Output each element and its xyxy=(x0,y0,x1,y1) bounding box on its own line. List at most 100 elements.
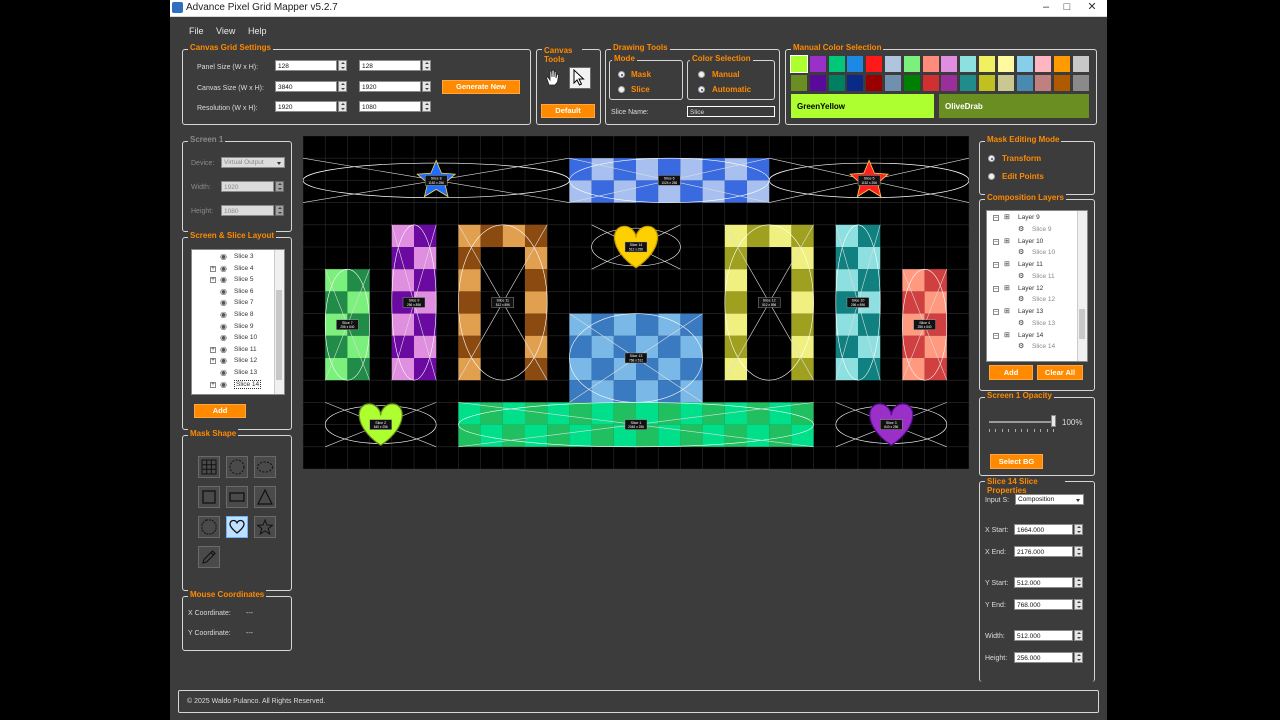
slice-tree-item[interactable]: + ◉ Slice 4 xyxy=(192,264,274,275)
collapse-icon[interactable]: – xyxy=(993,309,999,315)
add-layer-button[interactable]: Add xyxy=(989,365,1033,380)
screen-height-spinner[interactable] xyxy=(275,205,284,216)
canvas-width-field[interactable]: 3840 xyxy=(275,81,337,92)
collapse-icon[interactable]: – xyxy=(993,262,999,268)
selected-color-1[interactable]: GreenYellow xyxy=(791,94,934,118)
layer-slice-item[interactable]: ⚙ Slice 9 xyxy=(987,225,1077,236)
heart-shape-button[interactable] xyxy=(226,516,248,538)
layer-tree-item[interactable]: – ⊞ Layer 9 xyxy=(987,213,1077,224)
layer-tree-item[interactable]: – ⊞ Layer 11 xyxy=(987,260,1077,271)
layer-tree-item[interactable]: – ⊞ Layer 13 xyxy=(987,307,1077,318)
color-swatch[interactable] xyxy=(809,75,826,91)
opacity-slider-track[interactable] xyxy=(989,421,1053,423)
slice-tree-item[interactable]: + ◉ Slice 5 xyxy=(192,275,274,286)
slice-tree-item[interactable]: ◉ Slice 8 xyxy=(192,310,274,321)
pixel-canvas[interactable]: Slice 8 1152 x 256 Slice 6 1024 x 256 Slice … xyxy=(302,135,970,470)
slice-radio[interactable] xyxy=(618,86,625,93)
color-swatch[interactable] xyxy=(903,75,920,91)
y-end-field[interactable]: 768.000 xyxy=(1014,599,1073,610)
expand-icon[interactable]: + xyxy=(210,381,216,388)
color-swatch[interactable] xyxy=(941,56,958,72)
slice-tree-item[interactable]: ◉ Slice 7 xyxy=(192,298,274,309)
input-source-select[interactable]: Composition xyxy=(1015,494,1084,505)
close-button[interactable]: ✕ xyxy=(1078,0,1106,15)
square-shape-button[interactable] xyxy=(198,486,220,508)
color-swatch[interactable] xyxy=(979,75,995,91)
width-prop-field[interactable]: 512.000 xyxy=(1014,630,1073,641)
ellipse-shape-button[interactable] xyxy=(254,456,276,478)
color-swatch[interactable] xyxy=(997,75,1014,91)
menu-file[interactable]: File xyxy=(189,26,204,36)
layer-slice-item[interactable]: ⚙ Slice 12 xyxy=(987,295,1077,306)
resolution-width-spinner[interactable] xyxy=(338,101,347,112)
color-swatch[interactable] xyxy=(828,75,845,91)
screen-width-field[interactable]: 1920 xyxy=(221,181,274,192)
screen-width-spinner[interactable] xyxy=(275,181,284,192)
canvas-width-spinner[interactable] xyxy=(338,81,347,92)
x-end-spinner[interactable] xyxy=(1074,546,1083,557)
select-pointer-tool[interactable] xyxy=(569,67,591,89)
resolution-height-field[interactable]: 1080 xyxy=(359,101,421,112)
color-swatch[interactable] xyxy=(1073,75,1089,91)
slice-tree-item[interactable]: + ◉ Slice 11 xyxy=(192,345,274,356)
slice-tree-item[interactable]: ◉ Slice 3 xyxy=(192,252,274,263)
layers-tree-scrollbar[interactable] xyxy=(1077,211,1087,361)
color-swatch[interactable] xyxy=(922,56,939,72)
color-swatch[interactable] xyxy=(960,56,977,72)
color-swatch[interactable] xyxy=(1035,56,1052,72)
color-swatch[interactable] xyxy=(866,75,883,91)
select-bg-button[interactable]: Select BG xyxy=(990,454,1043,469)
canvas-height-spinner[interactable] xyxy=(422,81,431,92)
eye-icon[interactable]: ◉ xyxy=(220,368,227,377)
canvas-height-field[interactable]: 1920 xyxy=(359,81,421,92)
slice-tree-item[interactable]: + ◉ Slice 12 xyxy=(192,356,274,367)
expand-icon[interactable]: + xyxy=(210,346,216,353)
manual-radio[interactable] xyxy=(698,71,705,78)
expand-icon[interactable]: + xyxy=(210,277,216,284)
generate-new-button[interactable]: Generate New xyxy=(442,80,520,94)
eye-icon[interactable]: ◉ xyxy=(220,333,227,342)
eye-icon[interactable]: ◉ xyxy=(220,356,227,365)
color-swatch[interactable] xyxy=(847,56,864,72)
star-shape-button[interactable] xyxy=(254,516,276,538)
y-start-field[interactable]: 512.000 xyxy=(1014,577,1073,588)
edit-points-radio[interactable] xyxy=(988,173,995,180)
selected-color-2[interactable]: OliveDrab xyxy=(939,94,1089,118)
layer-tree-item[interactable]: – ⊞ Layer 14 xyxy=(987,331,1077,342)
resolution-height-spinner[interactable] xyxy=(422,101,431,112)
layer-slice-item[interactable]: ⚙ Slice 13 xyxy=(987,319,1077,330)
color-swatch[interactable] xyxy=(809,56,826,72)
eye-icon[interactable]: ◉ xyxy=(220,287,227,296)
grid-shape-button[interactable] xyxy=(198,456,220,478)
screen-height-field[interactable]: 1080 xyxy=(221,205,274,216)
x-end-field[interactable]: 2176.000 xyxy=(1014,546,1073,557)
slice-tree-item[interactable]: + ◉ Slice 14 xyxy=(192,379,274,391)
color-swatch[interactable] xyxy=(847,75,864,91)
triangle-shape-button[interactable] xyxy=(254,486,276,508)
color-swatch[interactable] xyxy=(1016,56,1033,72)
eye-icon[interactable]: ◉ xyxy=(220,264,227,273)
maximize-button[interactable]: □ xyxy=(1055,0,1079,15)
height-prop-field[interactable]: 256.000 xyxy=(1014,652,1073,663)
eye-icon[interactable]: ◉ xyxy=(220,275,227,284)
collapse-icon[interactable]: – xyxy=(993,332,999,339)
color-swatch[interactable] xyxy=(791,75,807,91)
menu-view[interactable]: View xyxy=(216,26,235,36)
color-swatch[interactable] xyxy=(997,56,1014,72)
panel-width-spinner[interactable] xyxy=(338,60,347,71)
color-swatch[interactable] xyxy=(922,75,939,91)
device-select[interactable]: Virtual Output xyxy=(221,157,285,168)
color-swatch[interactable] xyxy=(903,56,920,72)
color-swatch[interactable] xyxy=(1016,75,1033,91)
transform-radio[interactable] xyxy=(988,155,995,162)
color-swatch[interactable] xyxy=(885,75,901,91)
expand-icon[interactable]: + xyxy=(210,265,216,272)
layer-tree-item[interactable]: – ⊞ Layer 10 xyxy=(987,237,1077,248)
color-swatch[interactable] xyxy=(866,56,883,72)
eye-icon[interactable]: ◉ xyxy=(220,322,227,331)
color-swatch[interactable] xyxy=(885,56,901,72)
layer-slice-item[interactable]: ⚙ Slice 14 xyxy=(987,342,1077,353)
collapse-icon[interactable]: – xyxy=(993,215,999,221)
add-slice-button[interactable]: Add xyxy=(194,404,246,418)
y-end-spinner[interactable] xyxy=(1074,599,1083,610)
